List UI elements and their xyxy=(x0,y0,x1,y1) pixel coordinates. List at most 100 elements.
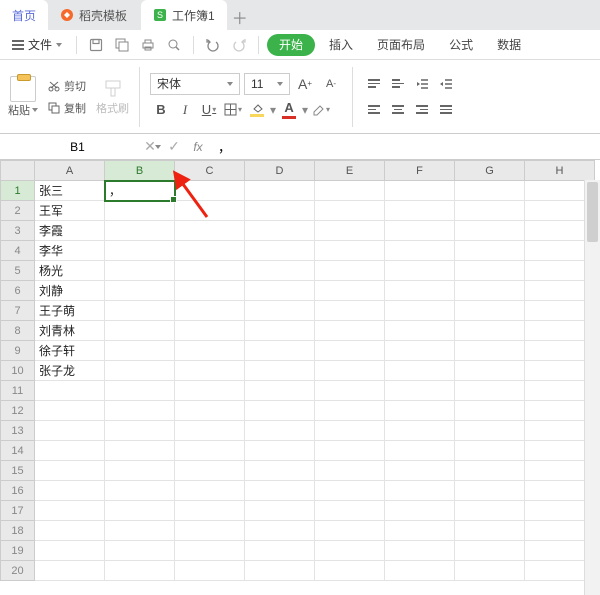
redo-button[interactable] xyxy=(228,34,250,56)
cell-G13[interactable] xyxy=(455,421,525,441)
cell-E19[interactable] xyxy=(315,541,385,561)
cell-E8[interactable] xyxy=(315,321,385,341)
cell-C4[interactable] xyxy=(175,241,245,261)
cell-F5[interactable] xyxy=(385,261,455,281)
font-size-combo[interactable]: 11 xyxy=(244,73,290,95)
cell-E10[interactable] xyxy=(315,361,385,381)
cell-E16[interactable] xyxy=(315,481,385,501)
cell-D13[interactable] xyxy=(245,421,315,441)
cell-B3[interactable] xyxy=(105,221,175,241)
cell-F20[interactable] xyxy=(385,561,455,581)
formula-input[interactable] xyxy=(210,134,600,159)
cell-C3[interactable] xyxy=(175,221,245,241)
border-button[interactable]: ▾ xyxy=(222,99,244,121)
cell-F7[interactable] xyxy=(385,301,455,321)
formula-accept-button[interactable]: ✓ xyxy=(162,134,186,159)
cell-G10[interactable] xyxy=(455,361,525,381)
cell-E15[interactable] xyxy=(315,461,385,481)
cell-G5[interactable] xyxy=(455,261,525,281)
cell-D4[interactable] xyxy=(245,241,315,261)
cell-F10[interactable] xyxy=(385,361,455,381)
cell-G6[interactable] xyxy=(455,281,525,301)
cell-E2[interactable] xyxy=(315,201,385,221)
ribbon-tab-start[interactable]: 开始 xyxy=(267,34,315,56)
cell-A19[interactable] xyxy=(35,541,105,561)
cell-B11[interactable] xyxy=(105,381,175,401)
cell-F15[interactable] xyxy=(385,461,455,481)
cell-E7[interactable] xyxy=(315,301,385,321)
print-button[interactable] xyxy=(137,34,159,56)
cell-F4[interactable] xyxy=(385,241,455,261)
cell-E20[interactable] xyxy=(315,561,385,581)
cell-A9[interactable]: 徐子轩 xyxy=(35,341,105,361)
cell-A7[interactable]: 王子萌 xyxy=(35,301,105,321)
cell-F2[interactable] xyxy=(385,201,455,221)
row-header-15[interactable]: 15 xyxy=(1,461,35,481)
cell-C10[interactable] xyxy=(175,361,245,381)
cell-C20[interactable] xyxy=(175,561,245,581)
row-header-16[interactable]: 16 xyxy=(1,481,35,501)
column-header-A[interactable]: A xyxy=(35,161,105,181)
cell-A17[interactable] xyxy=(35,501,105,521)
row-header-12[interactable]: 12 xyxy=(1,401,35,421)
cell-A20[interactable] xyxy=(35,561,105,581)
row-header-2[interactable]: 2 xyxy=(1,201,35,221)
row-header-8[interactable]: 8 xyxy=(1,321,35,341)
cell-D14[interactable] xyxy=(245,441,315,461)
file-menu-button[interactable]: 文件 xyxy=(6,33,68,57)
cell-C9[interactable] xyxy=(175,341,245,361)
cell-A14[interactable] xyxy=(35,441,105,461)
column-header-G[interactable]: G xyxy=(455,161,525,181)
cell-A13[interactable] xyxy=(35,421,105,441)
cell-F19[interactable] xyxy=(385,541,455,561)
cell-F17[interactable] xyxy=(385,501,455,521)
cell-G20[interactable] xyxy=(455,561,525,581)
cell-E18[interactable] xyxy=(315,521,385,541)
cell-E6[interactable] xyxy=(315,281,385,301)
cell-D2[interactable] xyxy=(245,201,315,221)
cell-E4[interactable] xyxy=(315,241,385,261)
cell-A16[interactable] xyxy=(35,481,105,501)
ribbon-tab-insert[interactable]: 插入 xyxy=(319,30,363,60)
row-header-5[interactable]: 5 xyxy=(1,261,35,281)
formula-cancel-button[interactable]: ✕ xyxy=(138,134,162,159)
cell-C17[interactable] xyxy=(175,501,245,521)
cell-B6[interactable] xyxy=(105,281,175,301)
save-button[interactable] xyxy=(85,34,107,56)
row-header-9[interactable]: 9 xyxy=(1,341,35,361)
column-header-F[interactable]: F xyxy=(385,161,455,181)
cell-E13[interactable] xyxy=(315,421,385,441)
cell-G14[interactable] xyxy=(455,441,525,461)
column-header-E[interactable]: E xyxy=(315,161,385,181)
cell-D17[interactable] xyxy=(245,501,315,521)
cell-B1[interactable]: ， xyxy=(105,181,175,201)
column-header-B[interactable]: B xyxy=(105,161,175,181)
cell-C1[interactable] xyxy=(175,181,245,201)
cell-B7[interactable] xyxy=(105,301,175,321)
cell-C16[interactable] xyxy=(175,481,245,501)
row-header-4[interactable]: 4 xyxy=(1,241,35,261)
cell-B20[interactable] xyxy=(105,561,175,581)
cell-F14[interactable] xyxy=(385,441,455,461)
cell-E11[interactable] xyxy=(315,381,385,401)
ribbon-tab-formulas[interactable]: 公式 xyxy=(439,30,483,60)
cell-F18[interactable] xyxy=(385,521,455,541)
row-header-14[interactable]: 14 xyxy=(1,441,35,461)
cell-D10[interactable] xyxy=(245,361,315,381)
tab-home[interactable]: 首页 xyxy=(0,0,48,30)
cell-F8[interactable] xyxy=(385,321,455,341)
paste-button[interactable]: 粘贴 xyxy=(8,102,38,118)
cell-A15[interactable] xyxy=(35,461,105,481)
align-justify-button[interactable] xyxy=(435,99,457,121)
print-preview-button[interactable] xyxy=(163,34,185,56)
cell-F1[interactable] xyxy=(385,181,455,201)
font-name-combo[interactable]: 宋体 xyxy=(150,73,240,95)
ribbon-tab-data[interactable]: 数据 xyxy=(487,30,531,60)
underline-button[interactable]: U▾ xyxy=(198,99,220,121)
cell-E14[interactable] xyxy=(315,441,385,461)
column-header-C[interactable]: C xyxy=(175,161,245,181)
cell-E1[interactable] xyxy=(315,181,385,201)
align-center-button[interactable] xyxy=(387,99,409,121)
insert-function-button[interactable]: fx xyxy=(186,134,210,159)
fill-color-button[interactable] xyxy=(246,99,268,121)
